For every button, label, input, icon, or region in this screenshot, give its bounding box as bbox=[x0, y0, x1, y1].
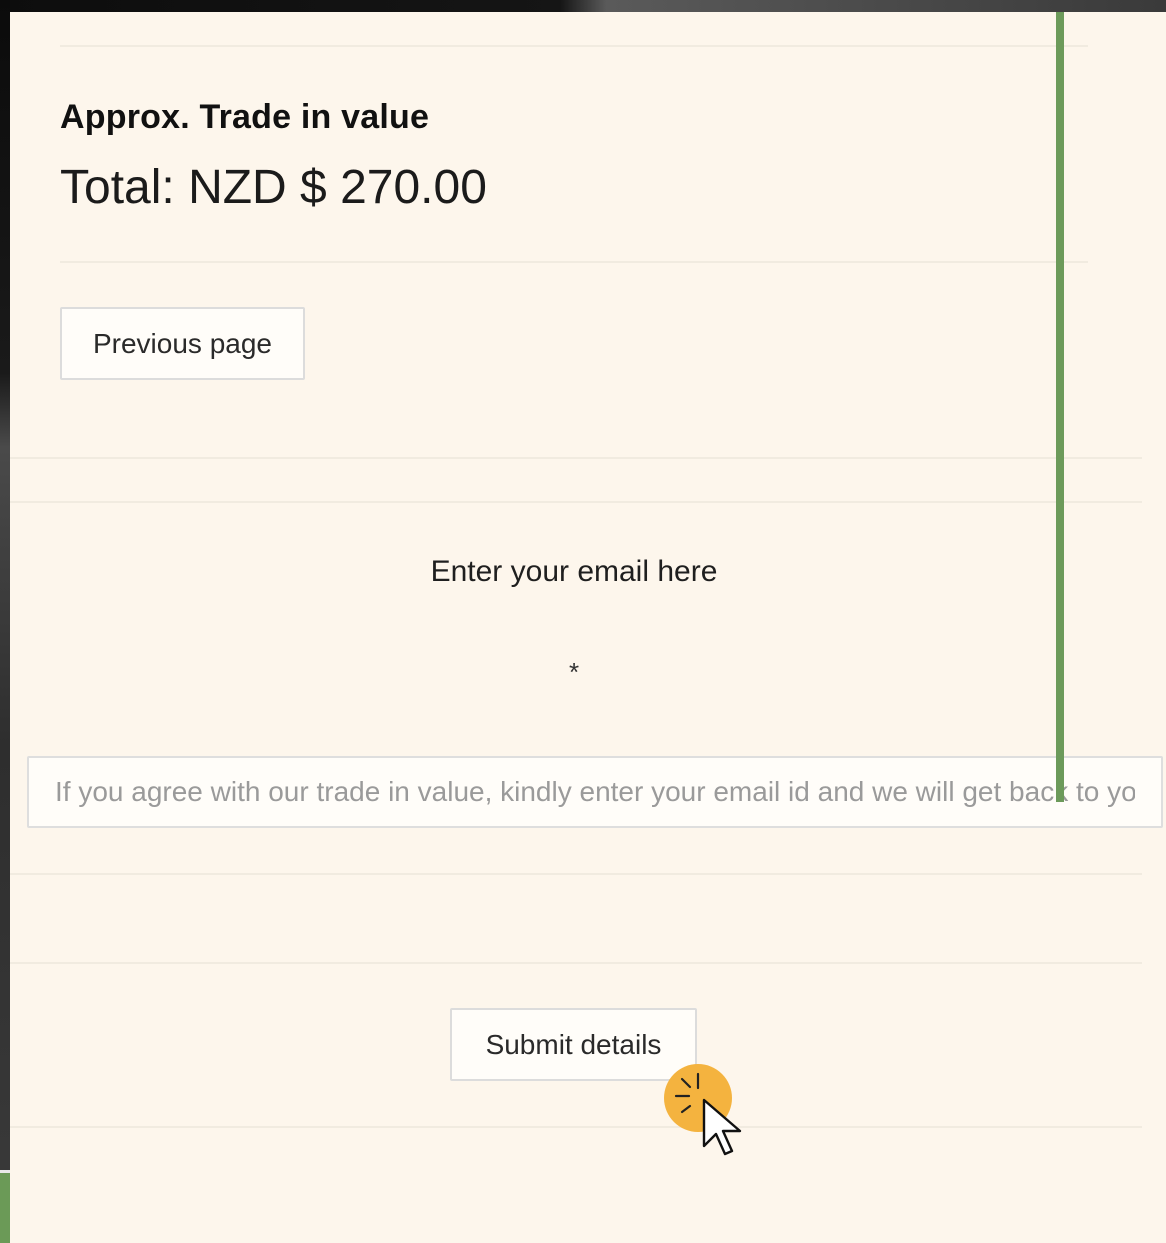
divider bbox=[10, 962, 1142, 964]
divider bbox=[10, 457, 1142, 459]
background-left-edge bbox=[0, 0, 10, 1243]
trade-in-form-panel: Approx. Trade in value Total: NZD $ 270.… bbox=[10, 12, 1166, 1243]
email-field[interactable] bbox=[27, 756, 1163, 828]
background-green-accent bbox=[0, 1170, 10, 1243]
divider bbox=[10, 1126, 1142, 1128]
previous-page-button[interactable]: Previous page bbox=[60, 307, 305, 380]
divider bbox=[60, 261, 1088, 263]
green-vertical-bar bbox=[1056, 12, 1064, 802]
divider bbox=[10, 501, 1142, 503]
required-marker: * bbox=[568, 657, 580, 687]
pointer-click-icon bbox=[662, 1062, 762, 1157]
divider bbox=[10, 873, 1142, 875]
divider bbox=[60, 45, 1088, 47]
trade-in-total: Total: NZD $ 270.00 bbox=[60, 161, 487, 214]
background-top-edge bbox=[0, 0, 1166, 12]
screen: Approx. Trade in value Total: NZD $ 270.… bbox=[0, 0, 1166, 1243]
email-field-label: Enter your email here bbox=[430, 555, 718, 588]
submit-details-button[interactable]: Submit details bbox=[450, 1008, 697, 1081]
trade-in-heading: Approx. Trade in value bbox=[60, 98, 430, 136]
